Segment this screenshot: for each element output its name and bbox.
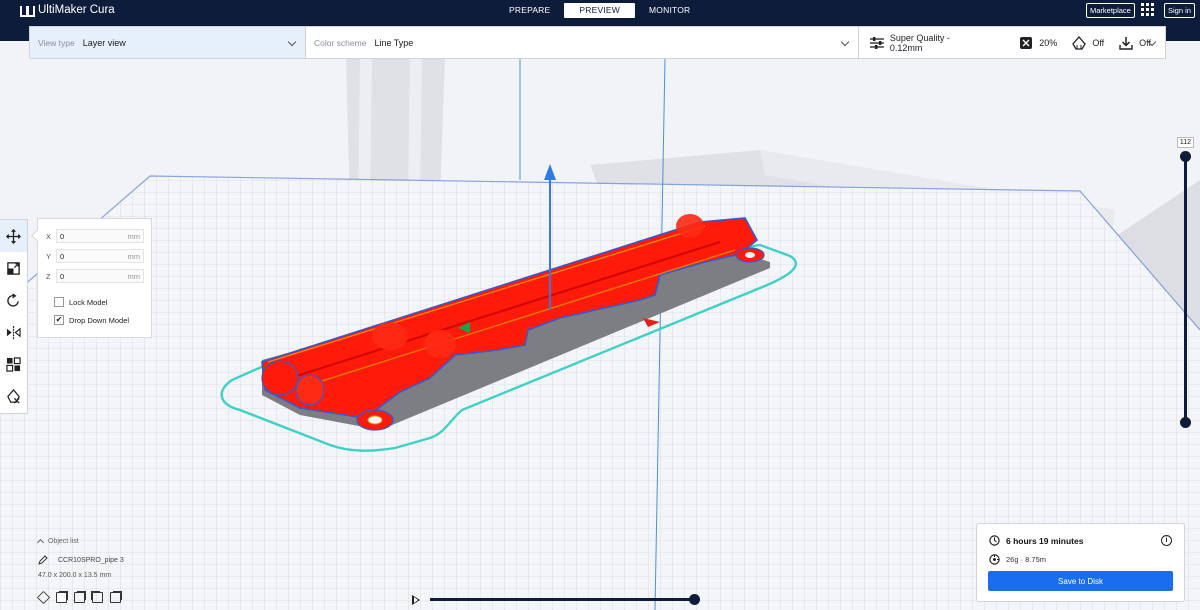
y-value: 0 bbox=[60, 251, 65, 261]
layer-number-label[interactable]: 112 bbox=[1177, 137, 1194, 148]
left-view-icon[interactable] bbox=[92, 592, 103, 603]
color-scheme-dropdown[interactable]: Color scheme Line Type bbox=[306, 27, 859, 58]
x-label: X bbox=[46, 231, 52, 241]
stage-tabs: PREPARE PREVIEW MONITOR bbox=[495, 3, 704, 18]
x-value: 0 bbox=[60, 231, 65, 241]
scale-tool-button[interactable] bbox=[0, 252, 27, 284]
app-logo: UltiMaker Cura bbox=[20, 4, 115, 17]
tab-preview[interactable]: PREVIEW bbox=[564, 3, 636, 18]
lock-model-row: Lock Model bbox=[54, 297, 107, 307]
material-row: 26g · 8.75m bbox=[989, 554, 1046, 565]
support-blocker-icon bbox=[7, 388, 20, 404]
infill-item: 20% bbox=[1018, 36, 1057, 50]
print-settings-selector[interactable]: Super Quality - 0.12mm 20% Off Off bbox=[859, 27, 1165, 58]
x-input[interactable]: 0 mm bbox=[56, 229, 144, 243]
sign-in-button[interactable]: Sign in bbox=[1164, 3, 1195, 18]
play-icon[interactable] bbox=[412, 595, 420, 605]
per-model-settings-icon bbox=[6, 356, 21, 372]
support-icon bbox=[1072, 35, 1087, 50]
top-view-icon[interactable] bbox=[74, 592, 85, 603]
move-icon bbox=[6, 228, 21, 244]
mirror-icon bbox=[6, 325, 21, 339]
z-value: 0 bbox=[60, 271, 65, 281]
y-row: Y 0 mm bbox=[46, 249, 144, 263]
camera-view-buttons bbox=[36, 590, 121, 605]
x-row: X 0 mm bbox=[46, 229, 144, 243]
z-input[interactable]: 0 mm bbox=[56, 269, 144, 283]
print-time-row: 6 hours 19 minutes bbox=[989, 535, 1083, 546]
view-type-label: View type bbox=[38, 37, 75, 48]
y-input[interactable]: 0 mm bbox=[56, 249, 144, 263]
drop-down-label: Drop Down Model bbox=[69, 315, 130, 325]
infill-icon bbox=[1020, 36, 1033, 49]
object-name-row[interactable]: CCR10SPRO_pipe 3 bbox=[38, 555, 124, 565]
apps-grid-icon[interactable] bbox=[1141, 3, 1154, 16]
adhesion-item: Off bbox=[1118, 36, 1151, 50]
path-slider-handle[interactable] bbox=[689, 594, 700, 605]
layer-slider-top-handle[interactable] bbox=[1180, 151, 1191, 162]
print-info-panel: 6 hours 19 minutes i 26g · 8.75m Save to… bbox=[976, 523, 1185, 602]
print-time: 6 hours 19 minutes bbox=[1006, 535, 1084, 546]
y-unit: mm bbox=[127, 251, 141, 261]
object-name: CCR10SPRO_pipe 3 bbox=[58, 556, 124, 564]
chevron-down-icon bbox=[840, 37, 850, 47]
move-tool-button[interactable] bbox=[0, 220, 27, 252]
chevron-up-icon bbox=[36, 538, 45, 547]
sliders-icon bbox=[869, 36, 884, 49]
rotate-icon bbox=[7, 292, 19, 307]
z-unit: mm bbox=[127, 271, 141, 281]
move-panel: X 0 mm Y 0 mm Z 0 mm Lock Model ✔ Drop D… bbox=[37, 218, 152, 338]
profile-item: Super Quality - 0.12mm bbox=[869, 33, 984, 53]
save-to-disk-button[interactable]: Save to Disk bbox=[988, 571, 1173, 591]
layer-slider-bottom-handle[interactable] bbox=[1180, 417, 1191, 428]
tab-prepare[interactable]: PREPARE bbox=[495, 3, 564, 18]
tool-sidebar bbox=[0, 219, 28, 414]
material-usage: 26g · 8.75m bbox=[1006, 555, 1047, 564]
top-bar: UltiMaker Cura PREPARE PREVIEW MONITOR M… bbox=[0, 0, 1200, 21]
per-model-settings-button[interactable] bbox=[0, 348, 27, 380]
color-scheme-label: Color scheme bbox=[314, 37, 367, 48]
profile-value: Super Quality - 0.12mm bbox=[889, 32, 950, 53]
x-unit: mm bbox=[127, 231, 141, 241]
object-list: Object list CCR10SPRO_pipe 3 47.0 x 200.… bbox=[36, 537, 124, 605]
support-item: Off bbox=[1071, 35, 1105, 50]
ultimaker-logo-icon bbox=[20, 5, 35, 17]
view-settings-bar: View type Layer view Color scheme Line T… bbox=[29, 26, 1166, 59]
rotate-tool-button[interactable] bbox=[0, 284, 27, 316]
drop-down-row: ✔ Drop Down Model bbox=[54, 315, 129, 325]
support-value: Off bbox=[1092, 37, 1105, 48]
support-blocker-button[interactable] bbox=[0, 380, 27, 412]
object-list-toggle[interactable]: Object list bbox=[36, 537, 79, 547]
z-row: Z 0 mm bbox=[46, 269, 144, 283]
adhesion-icon bbox=[1119, 36, 1133, 50]
info-icon[interactable]: i bbox=[1161, 535, 1172, 546]
app-title: UltiMaker Cura bbox=[38, 4, 115, 16]
3d-view-icon[interactable] bbox=[36, 590, 51, 605]
object-list-title: Object list bbox=[48, 537, 79, 545]
chevron-down-icon bbox=[287, 37, 297, 47]
path-slider-track[interactable] bbox=[430, 598, 694, 601]
drop-down-checkbox[interactable]: ✔ bbox=[54, 315, 64, 325]
right-view-icon[interactable] bbox=[110, 592, 121, 603]
lock-model-label: Lock Model bbox=[69, 297, 108, 307]
color-scheme-value: Line Type bbox=[374, 37, 414, 48]
lock-model-checkbox[interactable] bbox=[54, 297, 64, 307]
clock-icon bbox=[989, 535, 1000, 546]
view-type-dropdown[interactable]: View type Layer view bbox=[30, 27, 306, 58]
tab-monitor[interactable]: MONITOR bbox=[635, 3, 704, 18]
object-dimensions: 47.0 x 200.0 x 13.5 mm bbox=[38, 572, 112, 579]
marketplace-button[interactable]: Marketplace bbox=[1086, 3, 1135, 18]
front-view-icon[interactable] bbox=[56, 592, 67, 603]
spool-icon bbox=[989, 554, 1000, 565]
infill-value: 20% bbox=[1039, 37, 1058, 48]
y-label: Y bbox=[46, 251, 52, 261]
view-type-value: Layer view bbox=[82, 37, 126, 48]
z-label: Z bbox=[46, 271, 51, 281]
scale-icon bbox=[7, 261, 20, 275]
layer-slider-track[interactable] bbox=[1184, 156, 1187, 424]
pencil-icon bbox=[38, 555, 48, 565]
mirror-tool-button[interactable] bbox=[0, 316, 27, 348]
